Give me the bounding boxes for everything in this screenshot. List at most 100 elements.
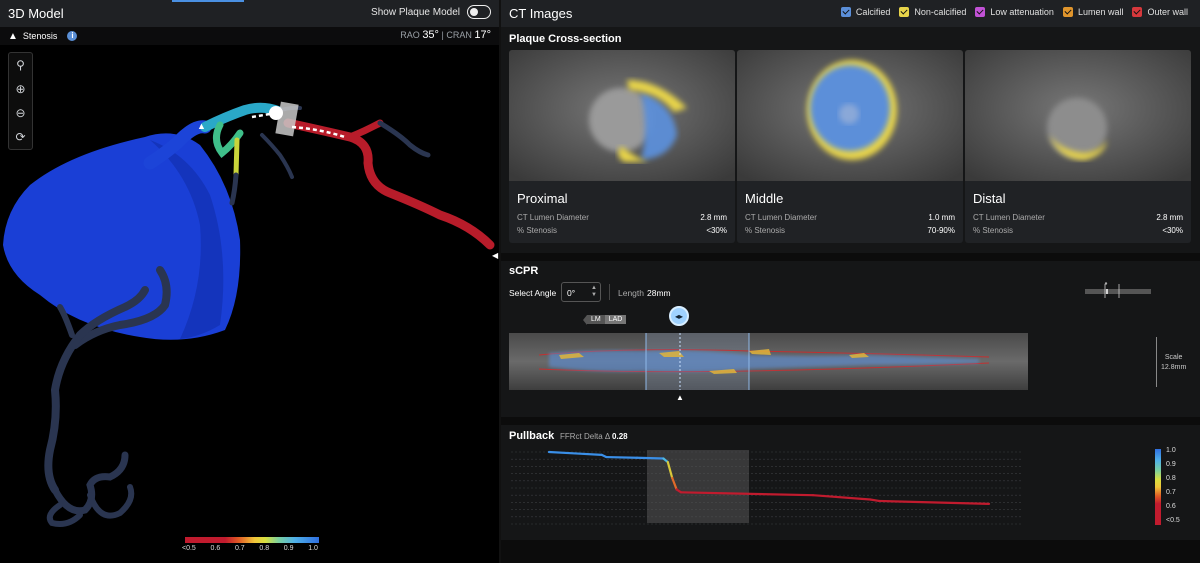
mini-vessel-track xyxy=(1085,289,1151,294)
checkbox[interactable] xyxy=(975,7,986,17)
metric-label: % Stenosis xyxy=(745,226,786,235)
filter-outer-wall[interactable]: Outer wall xyxy=(1132,7,1188,17)
scpr-image[interactable]: ▲ xyxy=(509,333,1028,403)
angle-stepper[interactable]: 0° ▲ ▼ xyxy=(561,282,601,302)
filter-label: Calcified xyxy=(855,7,891,17)
cross-section-card-middle[interactable]: Middle CT Lumen Diameter 1.0 mm % Stenosi… xyxy=(737,50,963,243)
scpr-title: sCPR xyxy=(509,265,539,277)
stepper-arrows-icon[interactable]: ▲ ▼ xyxy=(591,285,597,299)
vessel-lumen xyxy=(839,104,859,124)
legend-tick: 0.6 xyxy=(210,545,221,552)
lad-mid-red xyxy=(283,118,495,250)
cran-label: CRAN xyxy=(446,30,472,40)
pullback-line-segment xyxy=(605,455,639,459)
stenosis-row: % Stenosis <30% xyxy=(973,226,1183,235)
info-icon[interactable]: i xyxy=(67,31,78,41)
section-name: Middle xyxy=(745,191,784,206)
length-value: 28mm xyxy=(647,288,671,298)
mini-vessel-overview[interactable] xyxy=(1085,282,1151,300)
length-readout: Length 28mm xyxy=(618,288,671,298)
metric-label: CT Lumen Diameter xyxy=(745,213,817,222)
scpr-position-handle[interactable]: ◂▸ xyxy=(669,306,689,326)
legend-tick: 0.9 xyxy=(1166,461,1176,468)
metric-label: % Stenosis xyxy=(517,226,558,235)
plaque-model-toggle[interactable] xyxy=(467,5,491,19)
pullback-line-segment xyxy=(574,452,603,456)
ffr-legend-bar xyxy=(185,537,319,543)
section-name: Proximal xyxy=(517,191,568,206)
pullback-line-segment xyxy=(547,450,577,455)
plaque-filter-group: Calcified Non-calcified Low attenuation … xyxy=(840,7,1188,17)
pin-icon[interactable]: ⚲ xyxy=(9,53,32,77)
cross-section-image xyxy=(737,50,963,181)
metric-value: <30% xyxy=(706,226,727,235)
cran-value: 17° xyxy=(474,29,491,41)
metric-label: CT Lumen Diameter xyxy=(973,213,1045,222)
metric-value: 1.0 mm xyxy=(928,213,955,222)
scale-readout: Scale 12.8mm xyxy=(1161,353,1186,373)
active-tab-accent xyxy=(172,0,244,2)
scpr-position-marker-icon: ▲ xyxy=(676,393,684,402)
zoom-out-icon[interactable]: ⊖ xyxy=(9,101,32,125)
lm-tag: LM xyxy=(587,315,605,324)
lumen-diameter-row: CT Lumen Diameter 1.0 mm xyxy=(745,213,955,222)
pullback-line-segment xyxy=(635,456,665,460)
side-branch-dark-3 xyxy=(260,133,294,179)
stenosis-row: % Stenosis <30% xyxy=(517,226,727,235)
filter-low-attenuation[interactable]: Low attenuation xyxy=(975,7,1054,17)
section-divider xyxy=(501,253,1200,261)
rca-distal-loop-2 xyxy=(87,484,135,519)
checkbox[interactable] xyxy=(1132,7,1143,17)
metric-label: % Stenosis xyxy=(973,226,1014,235)
pullback-line-segment xyxy=(869,498,881,503)
legend-tick: <0.5 xyxy=(182,545,196,552)
3d-model-panel: 3D Model Show Plaque Model ▲ Stenosis i … xyxy=(0,0,499,563)
coronary-3d-model[interactable]: ▲ ◀ xyxy=(0,45,499,535)
checkbox[interactable] xyxy=(840,7,851,17)
filter-label: Outer wall xyxy=(1147,7,1188,17)
select-angle-label: Select Angle xyxy=(509,288,557,298)
side-branch-dark-1 xyxy=(377,120,431,158)
filter-calcified[interactable]: Calcified xyxy=(840,7,891,17)
mini-vessel-dot xyxy=(1104,282,1108,285)
metric-label: CT Lumen Diameter xyxy=(517,213,589,222)
angle-separator: | xyxy=(441,30,444,40)
filter-label: Low attenuation xyxy=(990,7,1054,17)
legend-tick: 0.8 xyxy=(1166,475,1176,482)
pullback-highlight-region xyxy=(647,450,749,523)
proximal-marker-icon: ▲ xyxy=(197,121,206,131)
pullback-color-legend: 1.0 0.9 0.8 0.7 0.6 <0.5 xyxy=(1155,447,1195,529)
diagonal-yellow xyxy=(233,137,240,178)
pullback-chart[interactable] xyxy=(501,440,1200,535)
ffr-color-legend: <0.5 0.6 0.7 0.8 0.9 1.0 xyxy=(182,537,319,552)
plaque-model-toggle-label: Show Plaque Model xyxy=(371,6,460,18)
zoom-in-icon[interactable]: ⊕ xyxy=(9,77,32,101)
plaque-model-toggle-group: Show Plaque Model xyxy=(371,5,491,19)
lumen-diameter-row: CT Lumen Diameter 2.8 mm xyxy=(517,213,727,222)
angle-value: 0° xyxy=(567,288,576,298)
reset-rotate-icon[interactable]: ⟳ xyxy=(9,125,32,149)
panel-title: CT Images xyxy=(509,6,573,21)
bottom-strip xyxy=(501,540,1200,563)
cross-section-image xyxy=(965,50,1191,181)
legend-tick: 0.8 xyxy=(259,545,270,552)
cross-section-card-proximal[interactable]: Proximal CT Lumen Diameter 2.8 mm % Steno… xyxy=(509,50,735,243)
scale-label: Scale xyxy=(1164,354,1183,361)
metric-value: 2.8 mm xyxy=(700,213,727,222)
diagonal-dark xyxy=(229,172,239,206)
checkbox[interactable] xyxy=(1062,7,1073,17)
filter-lumen-wall[interactable]: Lumen wall xyxy=(1062,7,1123,17)
metric-value: <30% xyxy=(1162,226,1183,235)
lad-tag: LAD xyxy=(604,315,627,324)
filter-non-calcified[interactable]: Non-calcified xyxy=(899,7,966,17)
stenosis-label: Stenosis xyxy=(22,31,58,41)
ct-images-panel: CT Images Calcified Non-calcified Low at… xyxy=(501,0,1200,563)
legend-tick: 0.9 xyxy=(283,545,294,552)
cross-section-card-distal[interactable]: Distal CT Lumen Diameter 2.8 mm % Stenosi… xyxy=(965,50,1191,243)
distal-marker-icon: ◀ xyxy=(492,251,499,260)
view-angle-readout: RAO 35° | CRAN 17° xyxy=(400,29,491,41)
rao-value: 35° xyxy=(422,29,439,41)
checkbox[interactable] xyxy=(899,7,910,17)
lumen-diameter-row: CT Lumen Diameter 2.8 mm xyxy=(973,213,1183,222)
cross-section-title: Plaque Cross-section xyxy=(509,33,622,45)
